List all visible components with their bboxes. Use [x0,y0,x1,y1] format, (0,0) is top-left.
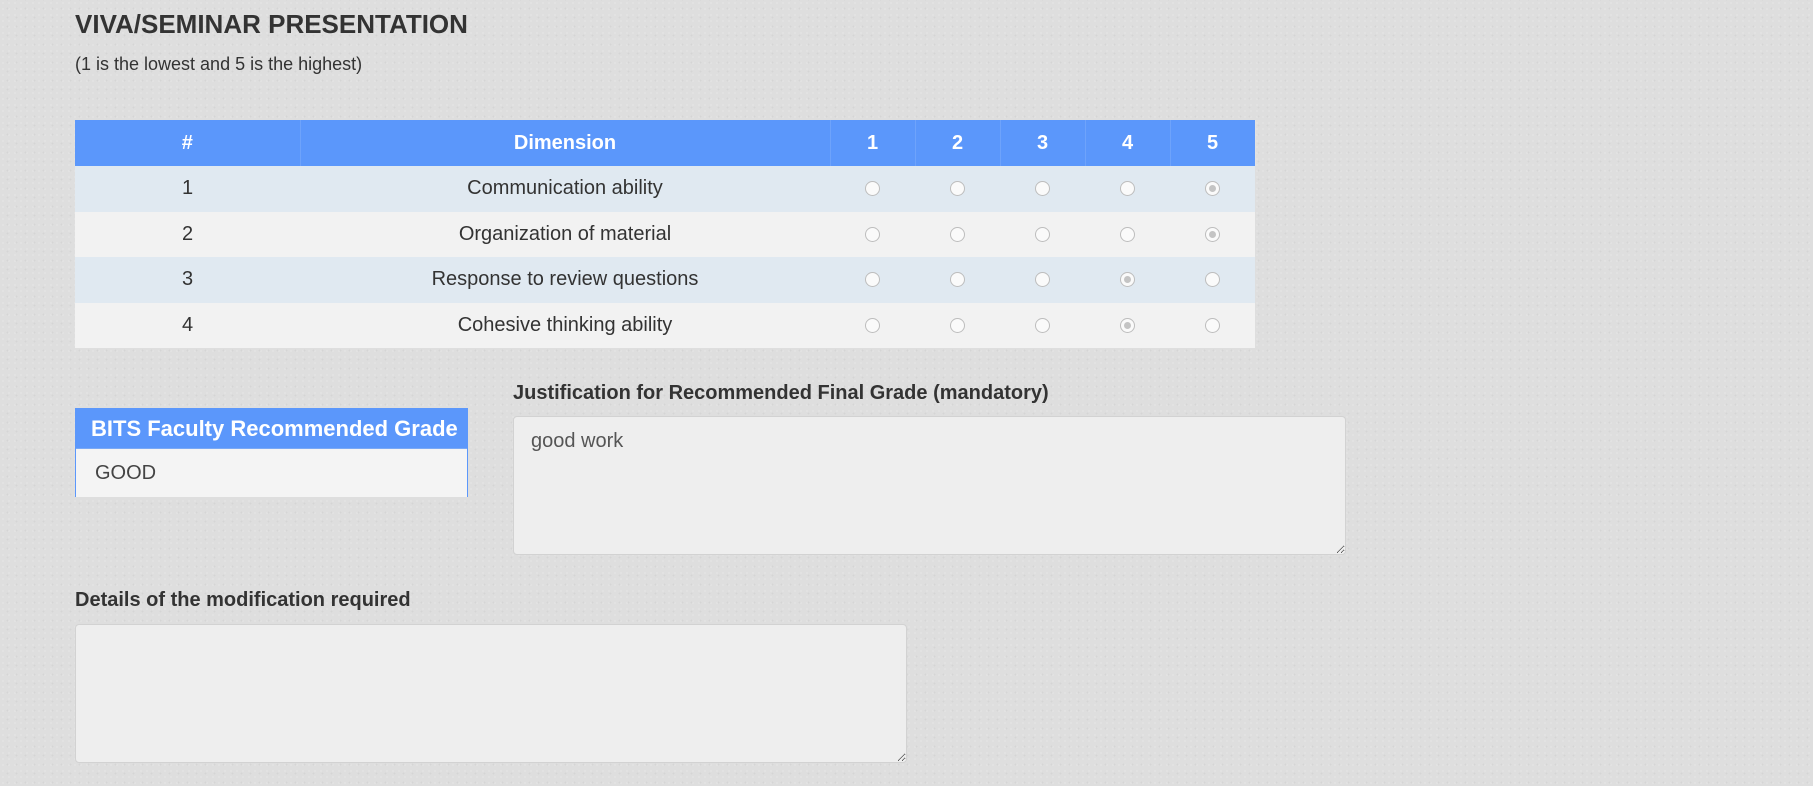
rating-radio-4[interactable] [1120,272,1135,288]
rating-radio-4[interactable] [1120,181,1135,197]
table-row: 3 Response to review questions [75,257,1255,303]
justification-textarea[interactable] [513,416,1346,555]
modification-details-textarea[interactable] [75,624,907,763]
row-number: 4 [75,302,300,348]
rating-radio-3[interactable] [1035,272,1050,288]
rating-radio-2[interactable] [950,272,965,288]
table-row: 1 Communication ability [75,166,1255,212]
rating-radio-2[interactable] [950,226,965,242]
row-dimension: Communication ability [300,166,830,212]
rating-radio-5[interactable] [1205,226,1220,242]
rating-radio-5[interactable] [1205,317,1220,333]
row-dimension: Organization of material [300,211,830,257]
section-title: VIVA/SEMINAR PRESENTATION [75,9,468,39]
recommended-grade-value: GOOD [76,448,467,497]
column-header-dimension: Dimension [300,120,831,166]
rating-radio-3[interactable] [1035,226,1050,242]
modification-details-label: Details of the modification required [75,589,411,611]
row-dimension: Cohesive thinking ability [300,302,830,348]
recommended-grade-header: BITS Faculty Recommended Grade [76,409,467,448]
row-number: 3 [75,257,300,303]
table-row: 2 Organization of material [75,211,1255,257]
column-header-number: # [75,120,301,166]
rating-radio-1[interactable] [865,226,880,242]
row-dimension: Response to review questions [300,257,830,303]
table-row: 4 Cohesive thinking ability [75,302,1255,348]
row-number: 2 [75,211,300,257]
rating-radio-2[interactable] [950,181,965,197]
rating-radio-1[interactable] [865,181,880,197]
table-header-row: # Dimension 1 2 3 4 5 [75,120,1256,166]
justification-label: Justification for Recommended Final Grad… [513,382,1049,404]
rating-table: # Dimension 1 2 3 4 5 1 Communication ab… [75,120,1256,348]
column-header-score-4: 4 [1085,120,1171,166]
column-header-score-3: 3 [1000,120,1086,166]
rating-radio-3[interactable] [1035,317,1050,333]
rating-radio-4[interactable] [1120,317,1135,333]
recommended-grade-box: BITS Faculty Recommended Grade GOOD [75,408,468,497]
rating-radio-1[interactable] [865,317,880,333]
rating-radio-1[interactable] [865,272,880,288]
column-header-score-5: 5 [1170,120,1256,166]
rating-radio-3[interactable] [1035,181,1050,197]
row-number: 1 [75,166,300,212]
rating-radio-5[interactable] [1205,181,1220,197]
column-header-score-2: 2 [915,120,1001,166]
rating-scale-hint: (1 is the lowest and 5 is the highest) [75,54,363,74]
rating-radio-4[interactable] [1120,226,1135,242]
rating-radio-5[interactable] [1205,272,1220,288]
rating-radio-2[interactable] [950,317,965,333]
column-header-score-1: 1 [830,120,916,166]
